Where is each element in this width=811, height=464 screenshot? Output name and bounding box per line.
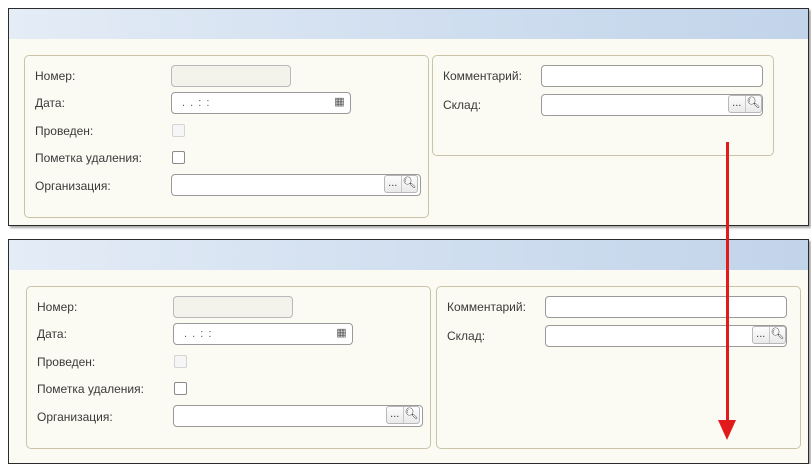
magnifier-icon[interactable]: 🔍︎ (402, 407, 420, 423)
comment-label: Комментарий: (443, 69, 522, 83)
date-value: . . : : (182, 97, 211, 109)
deletion-mark-checkbox[interactable] (174, 382, 187, 395)
organization-buttons: ... 🔍︎ (384, 175, 418, 193)
form-window-before: Номер: Дата: . . : : ▦ Проведен: Пометка… (8, 8, 809, 226)
posted-label: Проведен: (37, 355, 96, 369)
organization-select-button[interactable]: ... (385, 176, 401, 192)
number-field[interactable] (173, 296, 293, 318)
posted-checkbox (172, 124, 185, 137)
date-value: . . : : (184, 328, 213, 340)
form-window-after: Номер: Дата: . . : : ▦ Проведен: Пометка… (8, 239, 809, 464)
posted-label: Проведен: (35, 124, 94, 138)
header-group-left: Номер: Дата: . . : : ▦ Проведен: Пометка… (26, 286, 431, 449)
warehouse-label: Склад: (447, 329, 486, 343)
comment-field[interactable] (541, 65, 763, 87)
warehouse-label: Склад: (443, 98, 482, 112)
comment-label: Комментарий: (447, 300, 526, 314)
number-field[interactable] (171, 65, 291, 87)
window-titlebar (9, 9, 808, 39)
window-titlebar (9, 240, 808, 270)
date-label: Дата: (35, 96, 65, 110)
organization-label: Организация: (37, 410, 113, 424)
warehouse-select-button[interactable]: ... (753, 327, 769, 343)
red-arrow-down-icon (726, 142, 729, 422)
warehouse-select-button[interactable]: ... (729, 96, 745, 112)
calendar-icon[interactable]: ▦ (333, 94, 347, 111)
warehouse-field[interactable] (545, 325, 787, 347)
organization-buttons: ... 🔍︎ (386, 406, 420, 424)
date-field[interactable]: . . : : ▦ (173, 323, 353, 345)
organization-select-button[interactable]: ... (387, 407, 403, 423)
posted-checkbox (174, 355, 187, 368)
deletion-mark-label: Пометка удаления: (35, 151, 142, 165)
comment-field[interactable] (545, 296, 787, 318)
organization-label: Организация: (35, 179, 111, 193)
number-label: Номер: (37, 300, 78, 314)
magnifier-icon[interactable]: 🔍︎ (400, 176, 418, 192)
number-label: Номер: (35, 69, 76, 83)
header-group-right: Комментарий: Склад: ... 🔍︎ (436, 286, 801, 449)
red-arrow-head-icon (718, 420, 736, 440)
header-group-left: Номер: Дата: . . : : ▦ Проведен: Пометка… (24, 55, 429, 218)
warehouse-buttons: ... 🔍︎ (728, 95, 762, 113)
deletion-mark-checkbox[interactable] (172, 151, 185, 164)
deletion-mark-label: Пометка удаления: (37, 382, 144, 396)
header-group-right: Комментарий: Склад: ... 🔍︎ (432, 55, 774, 156)
date-label: Дата: (37, 327, 67, 341)
warehouse-buttons: ... 🔍︎ (752, 326, 786, 344)
magnifier-icon[interactable]: 🔍︎ (744, 96, 762, 112)
date-field[interactable]: . . : : ▦ (171, 92, 351, 114)
magnifier-icon[interactable]: 🔍︎ (768, 327, 786, 343)
calendar-icon[interactable]: ▦ (335, 325, 349, 342)
